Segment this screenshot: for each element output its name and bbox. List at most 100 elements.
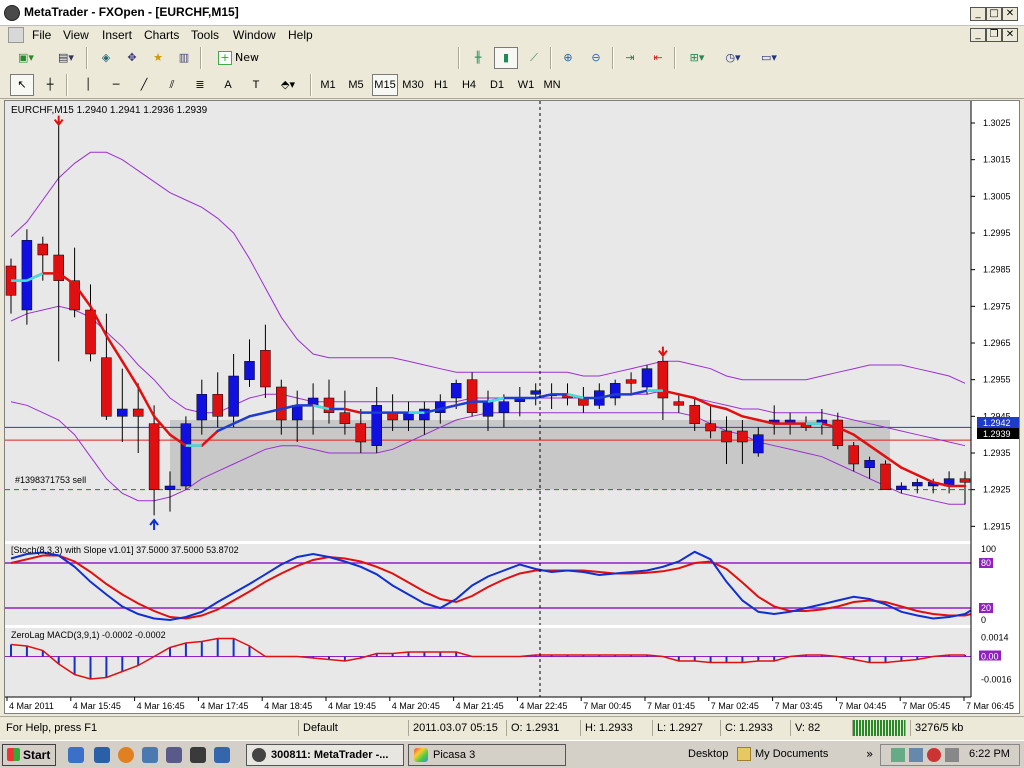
timeframe-m30[interactable]: M30 — [400, 74, 426, 96]
app-icon[interactable] — [4, 5, 20, 21]
timeframe-h1[interactable]: H1 — [430, 74, 452, 96]
order-zone — [170, 420, 890, 490]
chart-header: EURCHF,M15 1.2940 1.2941 1.2936 1.2939 — [11, 105, 208, 116]
quicklaunch-app2-icon[interactable] — [190, 747, 206, 763]
timeframe-mn[interactable]: MN — [540, 74, 564, 96]
separator — [458, 47, 460, 69]
quicklaunch-desktop-icon[interactable] — [94, 747, 110, 763]
bar-chart-icon[interactable]: ╫ — [466, 47, 490, 69]
zoom-out-icon[interactable]: ⊖ — [584, 47, 608, 69]
order-label: #1398371753 sell — [15, 475, 86, 485]
expand-toolbar-icon[interactable]: » — [866, 747, 873, 761]
periods-icon[interactable]: ◷▾ — [716, 47, 750, 69]
menu-window[interactable]: Window — [233, 28, 276, 42]
auto-scroll-icon[interactable]: ⇥ — [618, 47, 642, 69]
taskbar: Start 300811: MetaTrader -... Picasa 3 D… — [0, 740, 1024, 768]
stochastic-header: [Stoch(8,3,3) with Slope v1.01] 37.5000 … — [11, 545, 239, 555]
profiles-icon[interactable]: ▤▾ — [48, 47, 84, 69]
timeframe-m1[interactable]: M1 — [316, 74, 340, 96]
fibonacci-icon[interactable]: ≣ — [188, 74, 212, 96]
arrows-icon[interactable]: ⬘▾ — [272, 74, 304, 96]
candle-bear — [212, 394, 223, 417]
task-metatrader[interactable]: 300811: MetaTrader -... — [246, 744, 404, 766]
data-window-icon[interactable]: ✥ — [120, 47, 144, 69]
child-restore-button[interactable]: ❐ — [986, 28, 1002, 42]
status-low: L: 1.2927 — [652, 720, 703, 736]
timeframe-d1[interactable]: D1 — [486, 74, 508, 96]
start-button[interactable]: Start — [2, 744, 56, 766]
child-close-button[interactable]: ✕ — [1002, 28, 1018, 42]
tray-volume-icon[interactable] — [945, 748, 959, 762]
menu-charts[interactable]: Charts — [144, 28, 179, 42]
separator — [86, 47, 88, 69]
chart-shift-icon[interactable]: ⇤ — [646, 47, 670, 69]
text-icon[interactable]: A — [216, 74, 240, 96]
tray-clock: 6:22 PM — [969, 748, 1010, 760]
stoch-tick-label: 0 — [981, 615, 986, 625]
time-tick-label: 7 Mar 05:45 — [902, 701, 950, 711]
chart-canvas[interactable]: 1.3025 1.3015 1.3005 1.2995 1.2985 1.2975 1.29… — [5, 101, 1019, 713]
task-picasa-label: Picasa 3 — [433, 749, 476, 761]
candle-bear — [339, 412, 351, 424]
zoom-in-icon[interactable]: ⊕ — [556, 47, 580, 69]
text-label-icon[interactable]: T — [244, 74, 268, 96]
crosshair-icon[interactable]: ┼ — [38, 74, 62, 96]
tray-network-icon[interactable] — [891, 748, 905, 762]
candle-bull — [450, 383, 462, 399]
separator — [550, 47, 552, 69]
vertical-line-icon[interactable]: │ — [76, 74, 100, 96]
toolbar-my-documents[interactable]: My Documents — [755, 748, 828, 760]
indicators-icon[interactable]: ⊞▾ — [680, 47, 714, 69]
candle-bear — [848, 445, 859, 465]
horizontal-line-icon[interactable]: ─ — [104, 74, 128, 96]
maximize-button[interactable]: □ — [986, 7, 1002, 21]
stoch-tick-label: 100 — [981, 544, 996, 554]
menu-insert[interactable]: Insert — [102, 28, 132, 42]
quicklaunch-app-icon[interactable] — [166, 747, 182, 763]
quicklaunch-tool-icon[interactable] — [142, 747, 158, 763]
new-chart-icon[interactable]: ▣▾ — [8, 47, 44, 69]
timeframe-m5[interactable]: M5 — [344, 74, 368, 96]
tray-security-icon[interactable] — [927, 748, 941, 762]
cursor-icon[interactable]: ↖ — [10, 74, 34, 96]
menu-file[interactable]: File — [32, 28, 51, 42]
close-button[interactable]: ✕ — [1002, 7, 1018, 21]
quicklaunch-ie-icon[interactable] — [68, 747, 84, 763]
price-tick-label: 1.2995 — [983, 228, 1011, 238]
child-minimize-button[interactable]: _ — [970, 28, 986, 42]
time-tick-label: 7 Mar 03:45 — [775, 701, 823, 711]
menu-help[interactable]: Help — [288, 28, 313, 42]
timeframe-m15[interactable]: M15 — [372, 74, 398, 96]
time-tick-label: 4 Mar 19:45 — [328, 701, 376, 711]
task-picasa[interactable]: Picasa 3 — [408, 744, 566, 766]
candle-bull — [753, 434, 764, 454]
menu-view[interactable]: View — [63, 28, 89, 42]
line-chart-icon[interactable]: ⟋ — [522, 47, 546, 69]
market-watch-icon[interactable]: ◈ — [94, 47, 118, 69]
terminal-icon[interactable]: ▥ — [172, 47, 196, 69]
child-window-icon[interactable] — [8, 27, 24, 43]
tray-app-icon[interactable] — [909, 748, 923, 762]
chart-window[interactable]: 1.3025 1.3015 1.3005 1.2995 1.2985 1.2975 1.29… — [4, 100, 1020, 714]
candlestick-chart-icon[interactable]: ▮ — [494, 47, 518, 69]
quicklaunch-firefox-icon[interactable] — [118, 747, 134, 763]
time-tick-label: 4 Mar 2011 — [9, 701, 54, 711]
time-tick-label: 4 Mar 22:45 — [519, 701, 567, 711]
menu-tools[interactable]: Tools — [191, 28, 219, 42]
timeframe-h4[interactable]: H4 — [458, 74, 480, 96]
quicklaunch-app3-icon[interactable] — [214, 747, 230, 763]
status-close: C: 1.2933 — [720, 720, 773, 736]
navigator-icon[interactable]: ★ — [146, 47, 170, 69]
toolbar-desktop[interactable]: Desktop — [688, 748, 728, 760]
trendline-icon[interactable]: ╱ — [132, 74, 156, 96]
minimize-button[interactable]: _ — [970, 7, 986, 21]
candle-bear — [625, 379, 637, 384]
status-help: For Help, press F1 — [6, 722, 98, 734]
task-metatrader-label: 300811: MetaTrader -... — [271, 749, 389, 761]
equidistant-channel-icon[interactable]: ⫽ — [160, 74, 184, 96]
time-tick-label: 7 Mar 06:45 — [966, 701, 1014, 711]
templates-icon[interactable]: ▭▾ — [752, 47, 786, 69]
timeframe-w1[interactable]: W1 — [514, 74, 538, 96]
candle-bear — [355, 423, 367, 443]
new-order-button[interactable]: + New Order — [214, 47, 294, 84]
